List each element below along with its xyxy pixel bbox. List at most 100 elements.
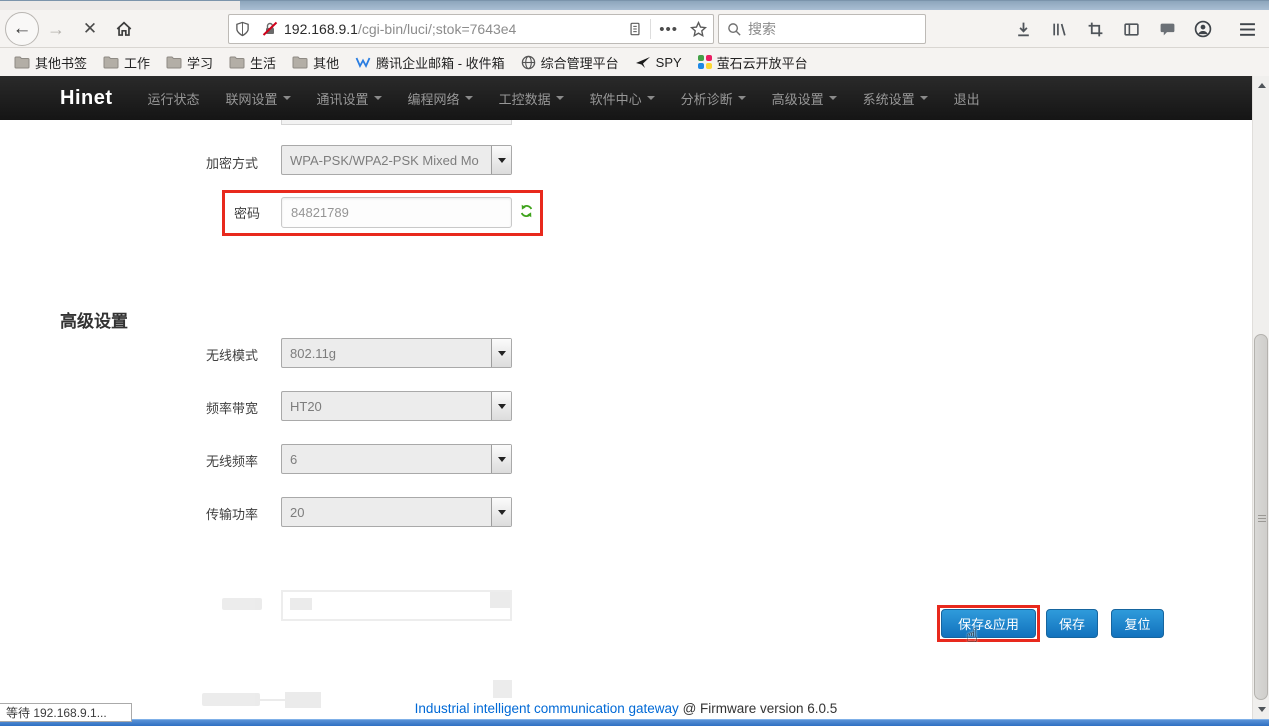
browser-toolbar: ← → ✕ 192.168.9.1/cgi-bin/luci/;stok=764… — [0, 10, 1269, 48]
forward-button[interactable]: → — [44, 10, 68, 48]
vertical-scrollbar[interactable] — [1252, 76, 1269, 719]
bandwidth-value: HT20 — [282, 399, 491, 414]
screenshot-icon[interactable] — [1077, 10, 1113, 48]
dropdown-arrow-icon — [498, 158, 506, 163]
search-placeholder: 搜索 — [748, 19, 776, 39]
bookmark-tencent-mail[interactable]: 腾讯企业邮箱 - 收件箱 — [347, 53, 513, 72]
nav-analysis-diagnosis[interactable]: 分析诊断 — [668, 89, 759, 108]
bandwidth-select[interactable]: HT20 — [281, 391, 512, 421]
url-text[interactable]: 192.168.9.1/cgi-bin/luci/;stok=7643e4 — [284, 21, 622, 37]
menu-icon[interactable] — [1229, 10, 1265, 48]
stop-button[interactable]: ✕ — [78, 10, 102, 48]
home-icon — [115, 20, 133, 38]
dropdown-button[interactable] — [491, 392, 511, 420]
plane-icon — [635, 55, 651, 69]
dropdown-arrow-icon — [498, 351, 506, 356]
wireless-mode-select[interactable]: 802.11g — [281, 338, 512, 368]
scrollbar-grip-icon — [1258, 513, 1266, 524]
tx-power-select[interactable]: 20 — [281, 497, 512, 527]
downloads-icon[interactable] — [1005, 10, 1041, 48]
nav-label: 编程网络 — [408, 89, 460, 108]
toolbar-right — [1005, 10, 1265, 48]
nav-running-status[interactable]: 运行状态 — [135, 89, 213, 108]
folder-icon — [103, 55, 119, 69]
bookmark-folder-misc[interactable]: 其他 — [284, 53, 347, 72]
nav-industrial-data[interactable]: 工控数据 — [486, 89, 577, 108]
channel-select[interactable]: 6 — [281, 444, 512, 474]
bookmark-spy[interactable]: SPY — [627, 55, 690, 70]
footer-version: @ Firmware version 6.0.5 — [679, 701, 838, 716]
tx-power-value: 20 — [282, 505, 491, 520]
home-button[interactable] — [110, 10, 138, 48]
page-content: 加密方式 WPA-PSK/WPA2-PSK Mixed Mo 密码 高级设置 无… — [0, 120, 1252, 719]
nav-label: 运行状态 — [148, 89, 200, 108]
save-apply-button[interactable]: 保存&应用 — [941, 609, 1036, 638]
refresh-password-icon[interactable] — [519, 204, 534, 218]
save-button[interactable]: 保存 — [1046, 609, 1098, 638]
tracking-shield-icon[interactable] — [229, 21, 256, 37]
tab-strip — [0, 0, 1269, 10]
cutoff-field-sliver — [281, 120, 512, 125]
nav-label: 高级设置 — [772, 89, 824, 108]
chevron-down-icon — [829, 96, 837, 100]
bookmark-label: 学习 — [187, 53, 213, 72]
scroll-up-arrow[interactable] — [1253, 78, 1269, 93]
pocket-chat-icon[interactable] — [1149, 10, 1185, 48]
scroll-down-arrow[interactable] — [1253, 702, 1269, 717]
dropdown-button[interactable] — [491, 498, 511, 526]
reader-mode-icon[interactable] — [622, 21, 648, 37]
bookmark-label: 萤石云开放平台 — [717, 53, 808, 72]
mouse-cursor-hand-icon: ☝ — [966, 625, 978, 648]
search-bar[interactable]: 搜索 — [718, 14, 926, 44]
chevron-down-icon — [374, 96, 382, 100]
chevron-down-icon — [920, 96, 928, 100]
password-input[interactable] — [281, 197, 512, 228]
scrollbar-thumb[interactable] — [1254, 334, 1268, 700]
wireless-mode-value: 802.11g — [282, 346, 491, 361]
dropdown-button[interactable] — [491, 146, 511, 174]
nav-system-settings[interactable]: 系统设置 — [850, 89, 941, 108]
encryption-select[interactable]: WPA-PSK/WPA2-PSK Mixed Mo — [281, 145, 512, 175]
folder-icon — [14, 55, 30, 69]
nav-network-settings[interactable]: 联网设置 — [213, 89, 304, 108]
insecure-lock-icon[interactable] — [256, 21, 284, 37]
sidebar-icon[interactable] — [1113, 10, 1149, 48]
bookmark-star-icon[interactable] — [684, 21, 713, 38]
chevron-down-icon — [556, 96, 564, 100]
dropdown-button[interactable] — [491, 339, 511, 367]
reset-button[interactable]: 复位 — [1111, 609, 1164, 638]
footer-link[interactable]: Industrial intelligent communication gat… — [415, 701, 679, 716]
bookmark-label: 腾讯企业邮箱 - 收件箱 — [376, 53, 505, 72]
url-bar[interactable]: 192.168.9.1/cgi-bin/luci/;stok=7643e4 ••… — [228, 14, 714, 44]
nav-comm-settings[interactable]: 通讯设置 — [304, 89, 395, 108]
nav-logout[interactable]: 退出 — [941, 89, 993, 108]
nav-label: 软件中心 — [590, 89, 642, 108]
channel-label: 无线频率 — [138, 451, 258, 470]
bookmark-folder-study[interactable]: 学习 — [158, 53, 221, 72]
nav-advanced-settings[interactable]: 高级设置 — [759, 89, 850, 108]
nav-label: 工控数据 — [499, 89, 551, 108]
status-tooltip: 等待 192.168.9.1... — [0, 703, 132, 722]
library-icon[interactable] — [1041, 10, 1077, 48]
password-label: 密码 — [160, 203, 260, 222]
nav-software-center[interactable]: 软件中心 — [577, 89, 668, 108]
bookmark-folder-work[interactable]: 工作 — [95, 53, 158, 72]
nav-label: 通讯设置 — [317, 89, 369, 108]
bookmark-mgmt-platform[interactable]: 综合管理平台 — [513, 53, 627, 72]
encryption-label: 加密方式 — [138, 153, 258, 172]
nav-programming-network[interactable]: 编程网络 — [395, 89, 486, 108]
back-button[interactable]: ← — [5, 12, 39, 46]
channel-value: 6 — [282, 452, 491, 467]
bookmark-folder-other[interactable]: 其他书签 — [6, 53, 95, 72]
bookmark-label: 综合管理平台 — [541, 53, 619, 72]
dropdown-button[interactable] — [491, 445, 511, 473]
brand-logo[interactable]: Hinet — [60, 87, 113, 110]
bookmark-label: 工作 — [124, 53, 150, 72]
search-icon — [727, 22, 742, 37]
bookmark-folder-life[interactable]: 生活 — [221, 53, 284, 72]
page-actions-icon[interactable]: ••• — [653, 21, 684, 38]
account-icon[interactable] — [1185, 10, 1221, 48]
tencent-mail-icon — [355, 55, 371, 69]
advanced-settings-title: 高级设置 — [60, 307, 128, 332]
bookmark-ezviz[interactable]: 萤石云开放平台 — [690, 53, 816, 72]
